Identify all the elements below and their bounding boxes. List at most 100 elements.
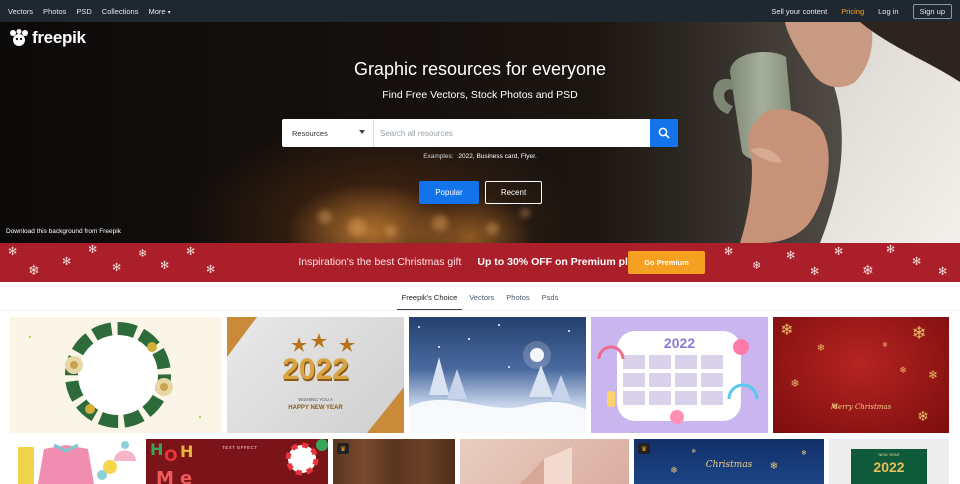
- new-year-card-image: NEW YEAR 2022: [851, 449, 927, 484]
- svg-text:❄: ❄: [817, 343, 825, 354]
- tab-freepiks-choice[interactable]: Freepik's Choice: [396, 283, 463, 311]
- search-input[interactable]: [374, 119, 650, 147]
- christmas-script-text: Christmas: [705, 460, 753, 470]
- popular-tab[interactable]: Popular: [419, 181, 479, 204]
- nav-more[interactable]: More ▾: [148, 7, 170, 16]
- svg-text:❄: ❄: [917, 409, 929, 425]
- signup-button[interactable]: Sign up: [912, 3, 952, 19]
- snowflake-icon: ✻: [786, 250, 796, 262]
- svg-text:❄: ❄: [691, 448, 696, 455]
- gallery-item-winter-clothes[interactable]: [10, 439, 141, 484]
- hero-subtitle: Find Free Vectors, Stock Photos and PSD: [382, 89, 578, 101]
- freepik-logo-icon: [10, 29, 28, 46]
- christmas-wreath-image: [29, 322, 201, 428]
- freepik-logo[interactable]: freepik: [9, 28, 86, 48]
- search-icon: [658, 127, 670, 139]
- tabs-divider: [0, 310, 960, 311]
- gallery-item-wood-texture[interactable]: ♛: [333, 439, 455, 484]
- snowy-forest-night-image: [409, 324, 586, 433]
- nav-vectors[interactable]: Vectors: [8, 7, 33, 16]
- login-link[interactable]: Log in: [878, 7, 898, 16]
- resource-type-value: Resources: [292, 128, 328, 138]
- snowflake-icon: ✻: [724, 246, 734, 258]
- bokeh-light: [385, 225, 397, 237]
- snowflake-icon: ✻: [88, 244, 98, 256]
- bokeh-light: [432, 215, 448, 231]
- top-nav: Vectors Photos PSD Collections More ▾ Sel…: [0, 0, 960, 22]
- snowflake-icon: ❄: [752, 260, 762, 272]
- pink-podium-image: [520, 447, 572, 484]
- winter-clothes-image: [18, 441, 136, 484]
- content-tabs: Freepik's Choice Vectors Photos Psds: [0, 283, 960, 311]
- hero-tabs: Popular Recent: [419, 181, 542, 204]
- bokeh-light: [520, 208, 530, 218]
- go-premium-button[interactable]: Go Premium: [628, 251, 705, 274]
- pricing-link[interactable]: Pricing: [841, 7, 864, 16]
- bokeh-light: [348, 218, 366, 236]
- svg-text:H: H: [150, 440, 163, 459]
- nav-collections[interactable]: Collections: [102, 7, 139, 16]
- recent-tab[interactable]: Recent: [485, 181, 542, 204]
- snowflake-icon: ✻: [810, 266, 820, 278]
- svg-text:e: e: [180, 468, 192, 484]
- hero-title: Graphic resources for everyone: [353, 59, 607, 79]
- woman-with-mug-photo: [713, 22, 960, 243]
- svg-text:M: M: [156, 468, 174, 484]
- svg-text:H: H: [180, 442, 193, 461]
- promo-tagline: Inspiration's the best Christmas gift: [298, 256, 462, 268]
- gallery-item-2022-gold[interactable]: 2022 WISHING YOU A HAPPY NEW YEAR: [227, 317, 404, 433]
- year-2022-card-text: 2022: [873, 459, 905, 475]
- examples-links[interactable]: 2022, Business card, Flyer.: [458, 153, 536, 160]
- examples-label: Examples:: [423, 153, 454, 160]
- svg-text:❄: ❄: [899, 366, 907, 376]
- christmas-promo-banner: ✻ ❄ ✻ ✻ ✻ ❄ ✻ ✻ ✻ ✻ ❄ ✻ ✻ ✻ ❄ ✻ ✻ ✻ Insp…: [0, 243, 960, 282]
- promo-text: Inspiration's the best Christmas gift Up…: [0, 256, 660, 268]
- svg-text:❄: ❄: [801, 449, 807, 457]
- sell-content-link[interactable]: Sell your content: [771, 7, 827, 16]
- top-nav-left: Vectors Photos PSD Collections More ▾: [8, 7, 171, 16]
- year-2022-text: 2022: [282, 353, 349, 386]
- gallery-item-pink-podium[interactable]: [460, 439, 629, 484]
- happy-new-year-text: HAPPY NEW YEAR: [288, 405, 343, 411]
- golden-snowflakes-image: ❄ ❄ ❄ ❄ ❄ ❄ ❄ ❄ ❄: [780, 320, 938, 425]
- premium-crown-icon: ♛: [638, 443, 650, 454]
- gallery-item-christmas-blue[interactable]: ♛ ❄ ❄ ❄ ❄ Christmas: [634, 439, 824, 484]
- chevron-down-icon: ▾: [167, 9, 171, 16]
- gallery-item-snowy-night[interactable]: [409, 317, 586, 433]
- nav-psd[interactable]: PSD: [76, 7, 91, 16]
- bokeh-light: [318, 210, 332, 224]
- search-bar: Resources: [282, 119, 678, 147]
- tab-photos[interactable]: Photos: [501, 283, 534, 311]
- merry-christmas-text: Merry Christmas: [830, 403, 892, 411]
- download-background-link[interactable]: Download this background from Freepik: [6, 228, 121, 235]
- gallery-item-text-effect[interactable]: HO H M e TEXT EFFECT: [146, 439, 328, 484]
- text-effect-label: TEXT EFFECT: [222, 445, 258, 450]
- logo-wordmark: freepik: [32, 28, 86, 47]
- gallery-item-2022-calendar[interactable]: 2022: [591, 317, 768, 433]
- search-examples: Examples: 2022, Business card, Flyer.: [0, 153, 960, 160]
- top-nav-right: Sell your content Pricing Log in Sign up: [771, 3, 952, 19]
- hero-banner: freepik Graphic resources for everyone F…: [0, 22, 960, 243]
- svg-text:❄: ❄: [928, 368, 938, 382]
- tab-psds[interactable]: Psds: [537, 283, 564, 311]
- tab-vectors[interactable]: Vectors: [464, 283, 499, 311]
- svg-text:❄: ❄: [790, 377, 799, 390]
- svg-text:O: O: [164, 446, 178, 465]
- new-year-small-text: NEW YEAR: [878, 452, 900, 457]
- gallery-item-merry-christmas[interactable]: ❄ ❄ ❄ ❄ ❄ ❄ ❄ ❄ ❄ Merry Christmas: [773, 317, 949, 433]
- caret-down-icon: [359, 130, 365, 134]
- snowflake-icon: ✻: [938, 266, 948, 278]
- gallery-item-christmas-wreath[interactable]: [10, 317, 221, 433]
- snowflake-icon: ✻: [834, 246, 844, 258]
- promo-offer: Up to 30% OFF on Premium plans: [477, 256, 646, 268]
- nav-photos[interactable]: Photos: [43, 7, 66, 16]
- bokeh-light: [486, 222, 499, 235]
- resource-type-select[interactable]: Resources: [282, 119, 374, 147]
- calendar-year-text: 2022: [663, 335, 696, 351]
- nav-more-label: More: [148, 6, 166, 16]
- svg-text:❄: ❄: [882, 341, 888, 349]
- snowflake-icon: ✻: [912, 256, 922, 268]
- gallery-item-new-year-card[interactable]: NEW YEAR 2022: [829, 439, 949, 484]
- search-button[interactable]: [650, 119, 678, 147]
- snowflake-icon: ✻: [886, 244, 896, 256]
